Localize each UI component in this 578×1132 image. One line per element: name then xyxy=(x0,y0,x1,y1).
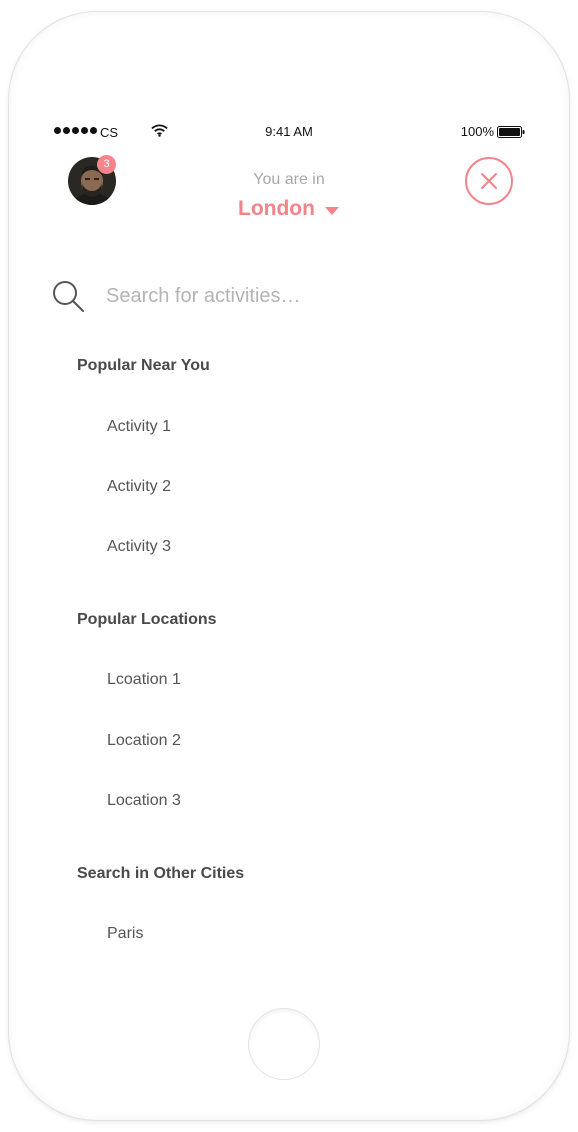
battery-percentage: 100% xyxy=(460,124,494,139)
close-icon xyxy=(481,173,497,189)
list-item-location-1[interactable]: Lcoation 1 xyxy=(107,671,181,689)
caret-down-icon[interactable] xyxy=(324,206,339,215)
section-title-popular-near-you: Popular Near You xyxy=(77,357,210,374)
location-selector[interactable]: London xyxy=(238,197,339,221)
list-item-location-3[interactable]: Location 3 xyxy=(107,792,181,810)
section-title-popular-locations: Popular Locations xyxy=(77,611,217,628)
list-item-activity-1[interactable]: Activity 1 xyxy=(107,418,171,436)
section-title-other-cities: Search in Other Cities xyxy=(77,865,245,882)
list-item-paris[interactable]: Paris xyxy=(107,925,143,943)
home-button[interactable] xyxy=(248,1008,320,1080)
close-button[interactable] xyxy=(465,157,513,205)
list-item-activity-3[interactable]: Activity 3 xyxy=(107,538,171,556)
location-name[interactable]: London xyxy=(238,197,315,221)
list-item-location-2[interactable]: Location 2 xyxy=(107,732,181,750)
search-input[interactable] xyxy=(106,280,506,312)
search-icon[interactable] xyxy=(52,280,84,312)
battery-icon xyxy=(497,126,525,138)
list-item-activity-2[interactable]: Activity 2 xyxy=(107,478,171,496)
